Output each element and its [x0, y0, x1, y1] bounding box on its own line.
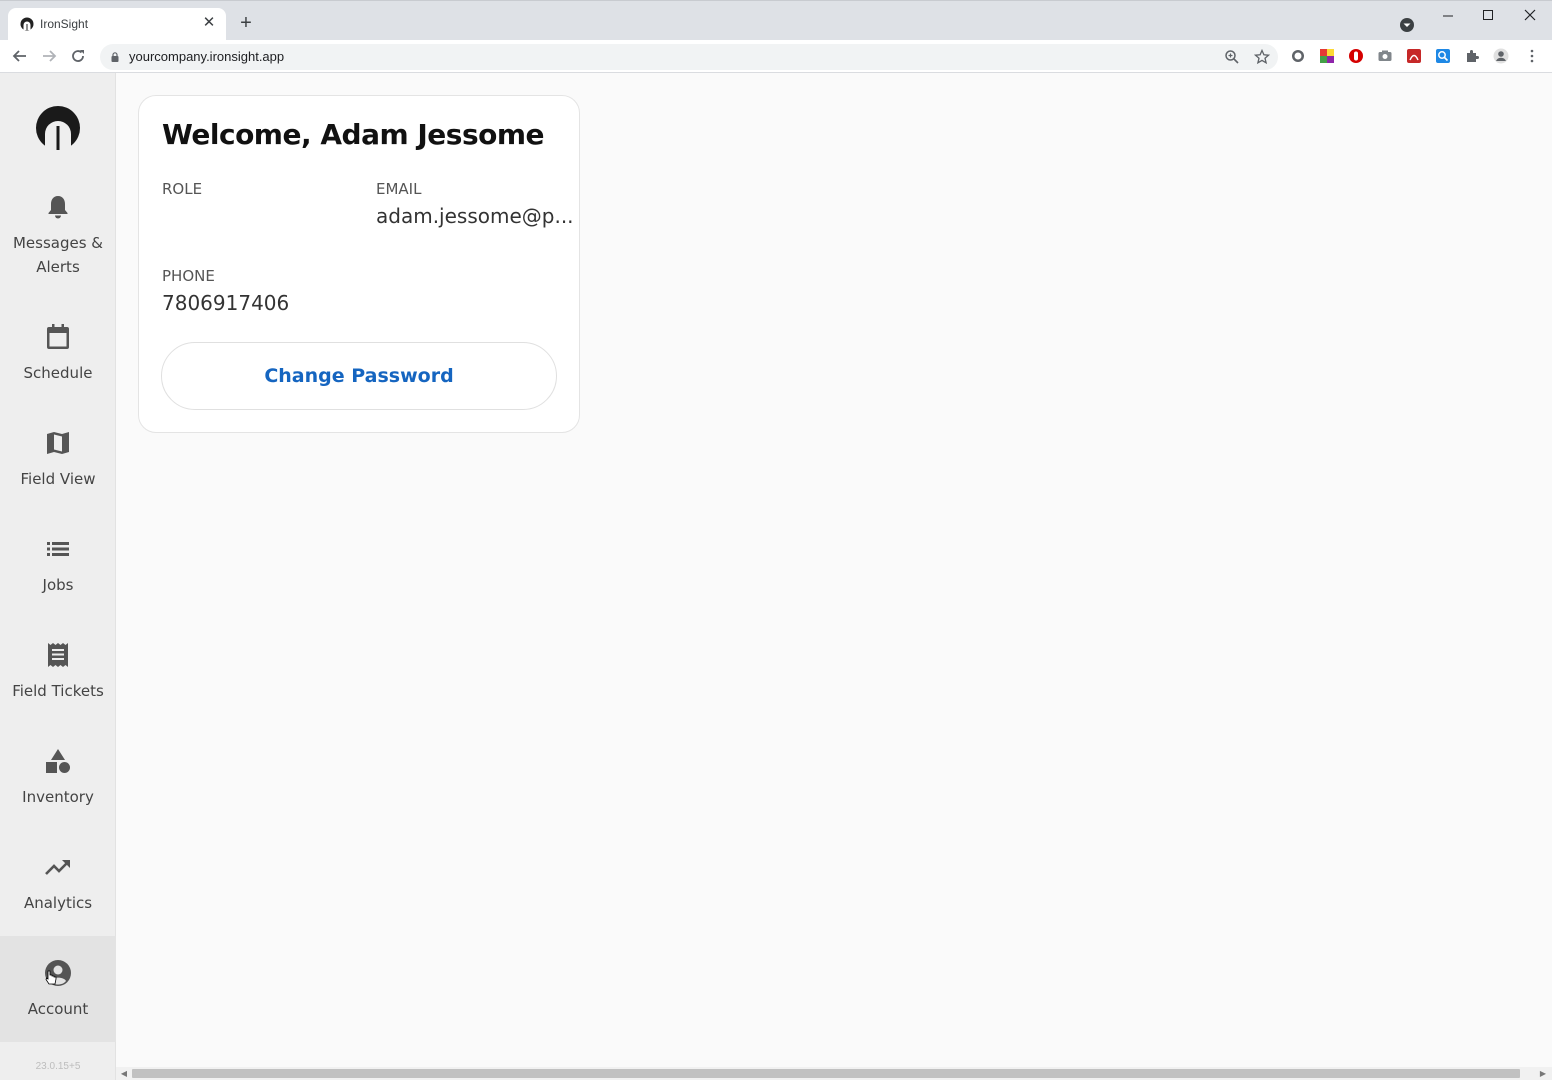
ironsight-logo-icon[interactable] — [36, 106, 80, 150]
sidebar-item-label: Field Tickets — [12, 682, 104, 700]
browser-toolbar: yourcompany.ironsight.app — [0, 40, 1552, 73]
url-text: yourcompany.ironsight.app — [129, 49, 285, 64]
address-bar[interactable]: yourcompany.ironsight.app — [100, 44, 1278, 70]
browser-menu-icon[interactable] — [1524, 48, 1540, 64]
zoom-icon[interactable] — [1224, 49, 1240, 65]
sidebar-item-field-view[interactable]: Field View — [0, 429, 116, 535]
maximize-icon[interactable] — [1476, 7, 1500, 25]
email-label: EMAIL — [376, 180, 422, 198]
extensions-puzzle-icon[interactable] — [1464, 48, 1480, 64]
horizontal-scrollbar[interactable]: ◀ ▶ — [116, 1067, 1552, 1080]
tab-search-icon[interactable] — [1398, 16, 1416, 34]
sidebar-item-label: Alerts — [36, 258, 80, 276]
new-tab-button[interactable]: + — [236, 13, 256, 34]
sidebar-item-schedule[interactable]: Schedule — [0, 323, 116, 429]
sidebar-item-label: Jobs — [42, 576, 74, 594]
cursor-hand-icon — [45, 970, 57, 985]
sidebar-item-label: Analytics — [23, 894, 93, 912]
sidebar-item-label: Field View — [20, 470, 96, 488]
window-close-icon[interactable] — [1518, 7, 1542, 25]
sidebar-item-label: Messages & — [12, 234, 104, 252]
extension-color-grid-icon[interactable] — [1319, 48, 1335, 64]
browser-tab-bar: IronSight ✕ + — [0, 0, 1552, 41]
back-arrow-icon[interactable] — [9, 45, 31, 67]
calendar-icon — [47, 324, 69, 349]
sidebar-item-account[interactable]: Account — [0, 936, 116, 1042]
sidebar-item-jobs[interactable]: Jobs — [0, 535, 116, 641]
trending-up-icon — [45, 860, 70, 875]
role-label: ROLE — [162, 180, 203, 198]
sidebar-item-label: Schedule — [23, 364, 93, 382]
sidebar-item-inventory[interactable]: Inventory — [0, 747, 116, 853]
tab-title: IronSight — [40, 17, 89, 31]
account-card: Welcome, Adam Jessome ROLE EMAIL adam.je… — [138, 95, 580, 433]
minimize-icon[interactable] — [1436, 7, 1460, 25]
extension-pdf-icon[interactable] — [1406, 48, 1422, 64]
sidebar: Messages & Alerts Schedule Field View Jo… — [0, 73, 116, 1080]
bookmark-star-icon[interactable] — [1254, 49, 1270, 65]
forward-arrow-icon[interactable] — [38, 45, 60, 67]
extension-shield-icon[interactable] — [1348, 48, 1364, 64]
receipt-icon — [48, 643, 68, 667]
welcome-heading: Welcome, Adam Jessome — [162, 118, 545, 151]
sidebar-item-label: Inventory — [22, 788, 94, 806]
extension-search-icon[interactable] — [1435, 48, 1451, 64]
sidebar-item-messages-alerts[interactable]: Messages & Alerts — [0, 193, 116, 299]
scroll-right-icon[interactable]: ▶ — [1538, 1069, 1548, 1079]
shapes-icon — [46, 749, 70, 773]
extension-camera-icon[interactable] — [1377, 48, 1393, 64]
profile-avatar-icon[interactable] — [1493, 48, 1509, 64]
reload-icon[interactable] — [67, 45, 89, 67]
bell-icon — [48, 196, 68, 219]
email-value: adam.jessome@p... — [376, 204, 574, 228]
browser-tab[interactable]: IronSight ✕ — [8, 8, 226, 41]
ironsight-favicon-icon — [20, 17, 34, 31]
list-icon — [47, 542, 69, 556]
scrollbar-thumb[interactable] — [132, 1069, 1520, 1078]
phone-label: PHONE — [162, 267, 215, 285]
phone-value: 7806917406 — [162, 291, 290, 315]
map-icon — [47, 432, 69, 454]
sidebar-item-label: Account — [27, 1000, 89, 1018]
app-version: 23.0.15+5 — [35, 1061, 81, 1072]
extension-circle-icon[interactable] — [1290, 48, 1306, 64]
scroll-left-icon[interactable]: ◀ — [119, 1069, 129, 1079]
tab-close-icon[interactable]: ✕ — [200, 14, 218, 32]
change-password-button[interactable]: Change Password — [161, 342, 557, 410]
sidebar-item-field-tickets[interactable]: Field Tickets — [0, 641, 116, 747]
lock-icon — [111, 52, 119, 62]
